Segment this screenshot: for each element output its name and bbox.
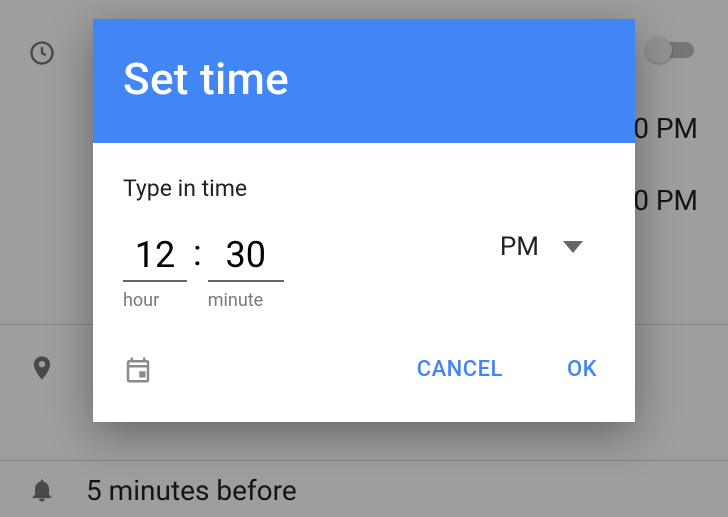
- set-time-dialog: Set time Type in time hour : minute PM: [93, 19, 635, 422]
- hour-input[interactable]: [123, 232, 187, 282]
- minute-input[interactable]: [208, 232, 284, 282]
- cancel-button[interactable]: CANCEL: [409, 347, 511, 392]
- ampm-select[interactable]: PM: [500, 232, 583, 262]
- time-colon: :: [187, 232, 208, 282]
- calendar-icon[interactable]: [123, 355, 153, 385]
- dialog-title: Set time: [93, 19, 635, 143]
- dialog-subtitle: Type in time: [123, 175, 605, 202]
- ok-button[interactable]: OK: [559, 347, 605, 392]
- hour-label: hour: [123, 290, 187, 311]
- chevron-down-icon: [563, 241, 583, 253]
- ampm-value: PM: [500, 232, 539, 262]
- minute-label: minute: [208, 290, 284, 311]
